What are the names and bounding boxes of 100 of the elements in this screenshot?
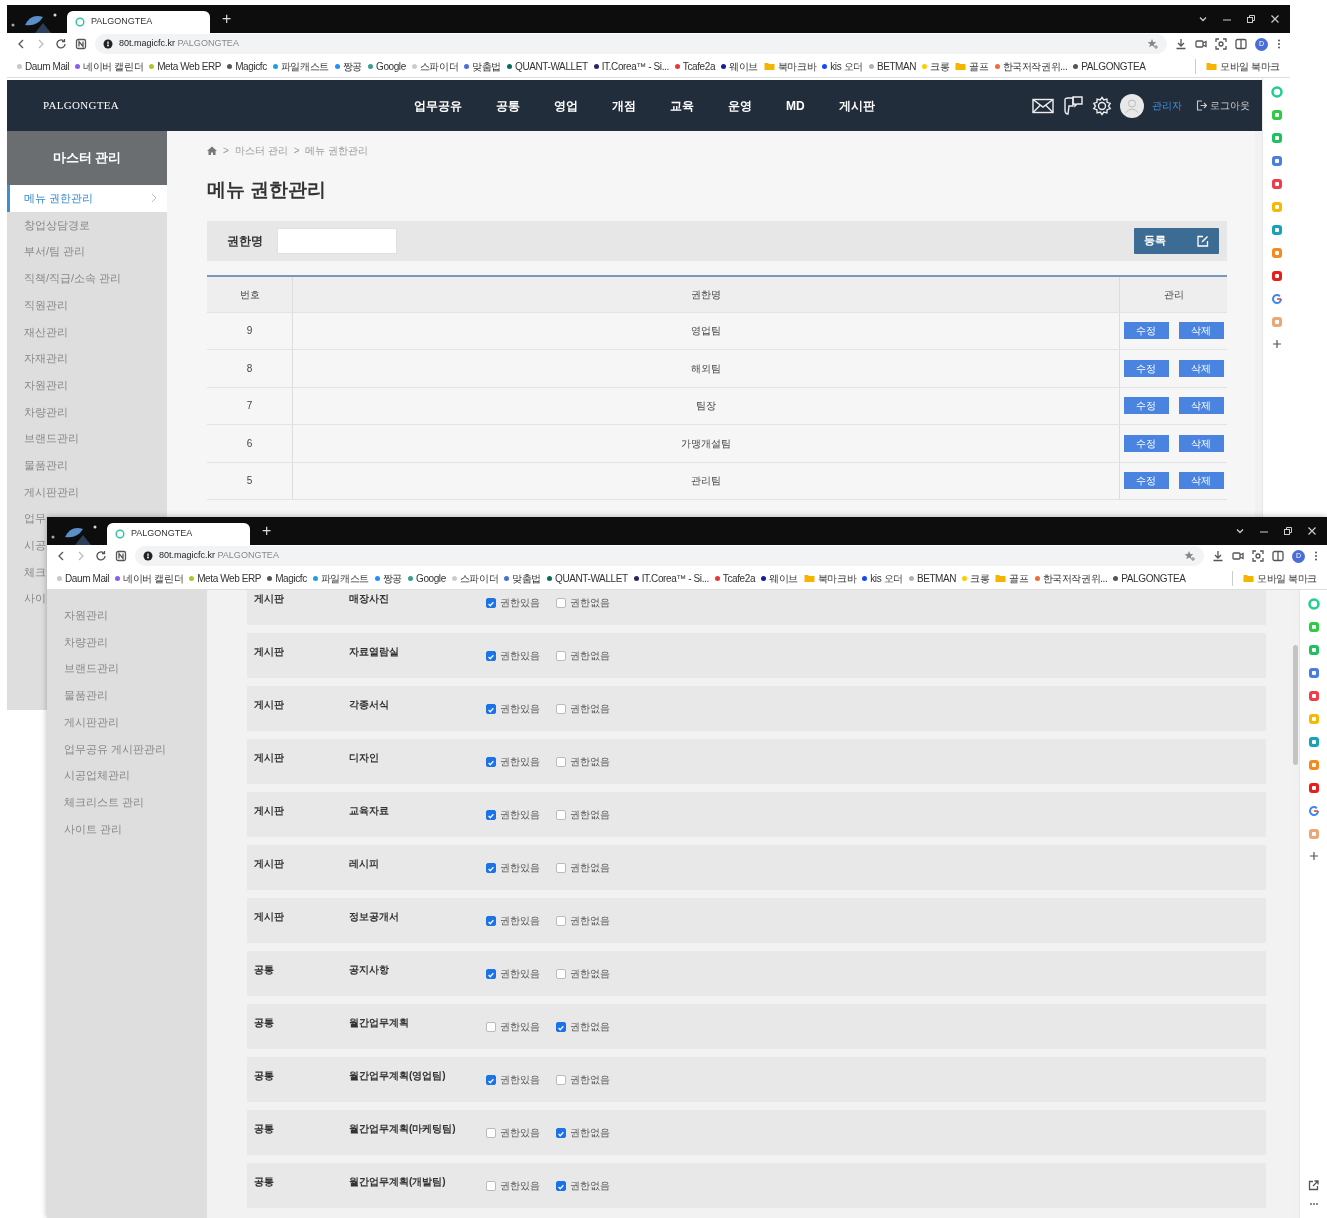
scrollbar[interactable] [1255, 131, 1262, 517]
bookmark-link[interactable]: 네이버 캘린더 [75, 58, 144, 74]
delete-button[interactable]: 삭제 [1178, 472, 1224, 490]
delete-button[interactable]: 삭제 [1178, 359, 1224, 377]
checkbox[interactable] [556, 1021, 566, 1032]
bookmark-link[interactable]: 골프 [995, 570, 1029, 586]
app-icon[interactable] [1270, 109, 1283, 121]
download-icon[interactable] [1212, 550, 1224, 562]
bookmark-link[interactable]: QUANT-WALLET [507, 58, 588, 74]
checkbox[interactable] [556, 968, 566, 979]
bookmark-link[interactable]: 파일캐스트 [272, 58, 329, 74]
checkbox[interactable] [486, 703, 496, 714]
more-icon[interactable] [1308, 1202, 1319, 1206]
address-bar[interactable]: 80t.magicfc.kr PALGONGTEA [95, 34, 1167, 54]
app-icon[interactable] [1307, 782, 1320, 794]
nav-link[interactable]: 업무공유 [414, 96, 462, 115]
checkbox[interactable] [486, 862, 496, 873]
close-icon[interactable] [1307, 526, 1317, 536]
app-icon[interactable] [1307, 736, 1320, 748]
search-field[interactable] [277, 227, 397, 254]
video-icon[interactable] [1195, 38, 1207, 50]
bookmark-link[interactable]: 짱공 [334, 58, 362, 74]
restore-icon[interactable] [1283, 526, 1293, 536]
register-button[interactable]: 등록 [1134, 227, 1219, 254]
bookmark-folder[interactable]: 모바일 북마크 [1195, 58, 1280, 74]
checkbox[interactable] [486, 650, 496, 661]
settings-icon[interactable] [1092, 95, 1112, 116]
new-tab-button[interactable]: + [258, 523, 276, 539]
checkbox[interactable] [486, 968, 496, 979]
nav-link[interactable]: 공통 [496, 96, 520, 115]
browser-tab[interactable]: PALGONGTEA [107, 523, 250, 545]
checkbox[interactable] [556, 650, 566, 661]
add-icon[interactable] [1271, 339, 1282, 349]
checkbox[interactable] [486, 1180, 496, 1191]
bookmark-star-icon[interactable] [1147, 38, 1159, 50]
site-info-icon[interactable] [103, 39, 113, 49]
new-tab-button[interactable]: + [218, 11, 236, 27]
bookmark-link[interactable]: Meta Web ERP [189, 570, 262, 586]
address-bar[interactable]: 80t.magicfc.kr PALGONGTEA [135, 546, 1204, 566]
app-icon[interactable] [1307, 667, 1320, 679]
checkbox[interactable] [486, 597, 496, 608]
bookmark-link[interactable]: Google [408, 570, 446, 586]
bookmark-link[interactable]: 한국저작권위... [994, 58, 1068, 74]
download-icon[interactable] [1175, 38, 1187, 50]
edit-button[interactable]: 수정 [1123, 472, 1169, 490]
site-info-icon[interactable] [143, 551, 153, 561]
user-name[interactable]: 관리자 [1152, 98, 1182, 113]
checkbox[interactable] [556, 915, 566, 926]
bookmark-link[interactable]: Tcafe2a [674, 58, 716, 74]
checkbox[interactable] [556, 703, 566, 714]
split-view-icon[interactable] [1272, 550, 1284, 562]
bookmark-link[interactable]: 북마크바 [763, 58, 817, 74]
bookmark-link[interactable]: Meta Web ERP [149, 58, 222, 74]
bookmark-folder[interactable]: 모바일 북마크 [1232, 570, 1317, 586]
checkbox[interactable] [556, 597, 566, 608]
app-icon[interactable] [1270, 132, 1283, 144]
checkbox[interactable] [556, 862, 566, 873]
app-icon[interactable] [1270, 155, 1283, 167]
reload-icon[interactable] [55, 38, 67, 50]
delete-button[interactable]: 삭제 [1178, 434, 1224, 452]
home-icon[interactable] [207, 146, 217, 155]
tab-search-icon[interactable] [1198, 14, 1208, 24]
sidebar-item[interactable]: 메뉴 권한관리 [7, 185, 167, 212]
checkbox[interactable] [486, 915, 496, 926]
app-icon[interactable] [1307, 644, 1320, 656]
app-icon[interactable] [1307, 621, 1320, 633]
bookmark-link[interactable]: PALGONGTEA [1073, 58, 1146, 74]
app-icon[interactable] [1270, 270, 1283, 282]
checkbox[interactable] [556, 1127, 566, 1138]
bookmark-link[interactable]: IT.Corea™ - Si... [593, 58, 669, 74]
logo[interactable]: PALGONGTEA [43, 97, 414, 114]
checkbox[interactable] [486, 1074, 496, 1085]
bookmark-link[interactable]: 파일캐스트 [312, 570, 369, 586]
app-icon[interactable] [1270, 293, 1283, 305]
bookmark-link[interactable]: 스파이더 [411, 58, 459, 74]
nav-link[interactable]: 개점 [612, 96, 636, 115]
checkbox[interactable] [486, 756, 496, 767]
close-icon[interactable] [1270, 14, 1280, 24]
bookmark-link[interactable]: 맞춤법 [464, 58, 502, 74]
bookmark-link[interactable]: PALGONGTEA [1113, 570, 1186, 586]
extension-icon[interactable] [75, 38, 87, 50]
tab-search-icon[interactable] [1235, 526, 1245, 536]
bookmark-star-icon[interactable] [1184, 550, 1196, 562]
bookmark-link[interactable]: kis 오더 [862, 570, 903, 586]
mail-icon[interactable] [1032, 97, 1054, 114]
browser-tab[interactable]: PALGONGTEA [67, 11, 210, 33]
bookmark-link[interactable]: Daum Mail [57, 570, 110, 586]
bookmark-link[interactable]: 웨이브 [761, 570, 798, 586]
more-icon[interactable] [1276, 38, 1282, 50]
scrollbar[interactable] [1292, 590, 1299, 1218]
bookmark-link[interactable]: 짱공 [374, 570, 402, 586]
bookmark-link[interactable]: 한국저작권위... [1034, 570, 1108, 586]
checkbox[interactable] [486, 1021, 496, 1032]
app-icon[interactable] [1307, 805, 1320, 817]
bookmark-link[interactable]: 북마크바 [803, 570, 857, 586]
delete-button[interactable]: 삭제 [1178, 397, 1224, 415]
checkbox[interactable] [556, 809, 566, 820]
bookmark-link[interactable]: Google [368, 58, 406, 74]
bookmark-link[interactable]: Magicfc [267, 570, 307, 586]
extension-icon[interactable] [115, 550, 127, 562]
